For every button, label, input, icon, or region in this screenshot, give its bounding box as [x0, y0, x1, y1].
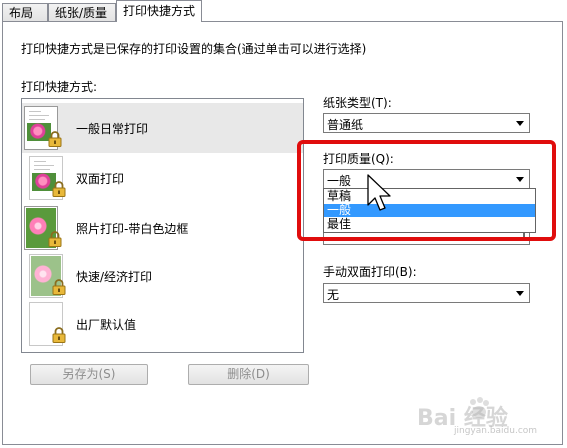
shortcuts-description: 打印快捷方式是已保存的打印设置的集合(通过单击可以进行选择) [21, 42, 367, 56]
watermark-url: jingyan.baidu.com [454, 426, 538, 436]
shortcuts-listbox[interactable]: 一般日常打印 双面打印 照片打印-带白色边框 快速/经济打印 出厂默认值 [21, 98, 304, 353]
shortcut-item-general[interactable]: 一般日常打印 [22, 103, 303, 153]
tab-print-shortcuts[interactable]: 打印快捷方式 [116, 0, 202, 22]
shortcut-item-economy[interactable]: 快速/经济打印 [22, 251, 303, 301]
shortcut-item-photo-border[interactable]: 照片打印-带白色边框 [22, 203, 303, 253]
lock-icon [52, 327, 66, 343]
paper-type-value: 普通纸 [327, 118, 364, 132]
manual-duplex-select[interactable]: 无 [323, 283, 530, 303]
shortcut-item-label: 双面打印 [76, 172, 125, 186]
tab-bar: 布局 纸张/质量 打印快捷方式 [0, 0, 567, 22]
shortcut-item-label: 照片打印-带白色边框 [76, 222, 189, 236]
manual-duplex-label: 手动双面打印(B): [323, 265, 417, 279]
mouse-cursor-icon [367, 174, 391, 211]
shortcut-item-label: 出厂默认值 [76, 318, 137, 332]
tab-layout[interactable]: 布局 [2, 3, 48, 21]
paper-type-label: 纸张类型(T): [323, 96, 392, 110]
save-as-button[interactable]: 另存为(S) [30, 364, 148, 385]
annotation-highlight-box [297, 140, 556, 241]
lock-icon [48, 131, 62, 147]
shortcut-item-label: 快速/经济打印 [76, 270, 153, 284]
shortcut-item-duplex[interactable]: 双面打印 [22, 153, 303, 203]
lock-icon [52, 181, 66, 197]
tab-paper-quality[interactable]: 纸张/质量 [48, 3, 116, 21]
shortcut-item-label: 一般日常打印 [76, 122, 149, 136]
shortcut-item-factory-default[interactable]: 出厂默认值 [22, 299, 303, 349]
lock-icon [48, 231, 62, 247]
chevron-down-icon [514, 116, 527, 130]
paper-type-select[interactable]: 普通纸 [323, 113, 530, 133]
manual-duplex-value: 无 [327, 288, 340, 302]
lock-icon [52, 279, 66, 295]
shortcuts-list-caption: 打印快捷方式: [21, 80, 98, 94]
delete-button[interactable]: 删除(D) [188, 364, 309, 385]
chevron-down-icon [514, 286, 527, 300]
